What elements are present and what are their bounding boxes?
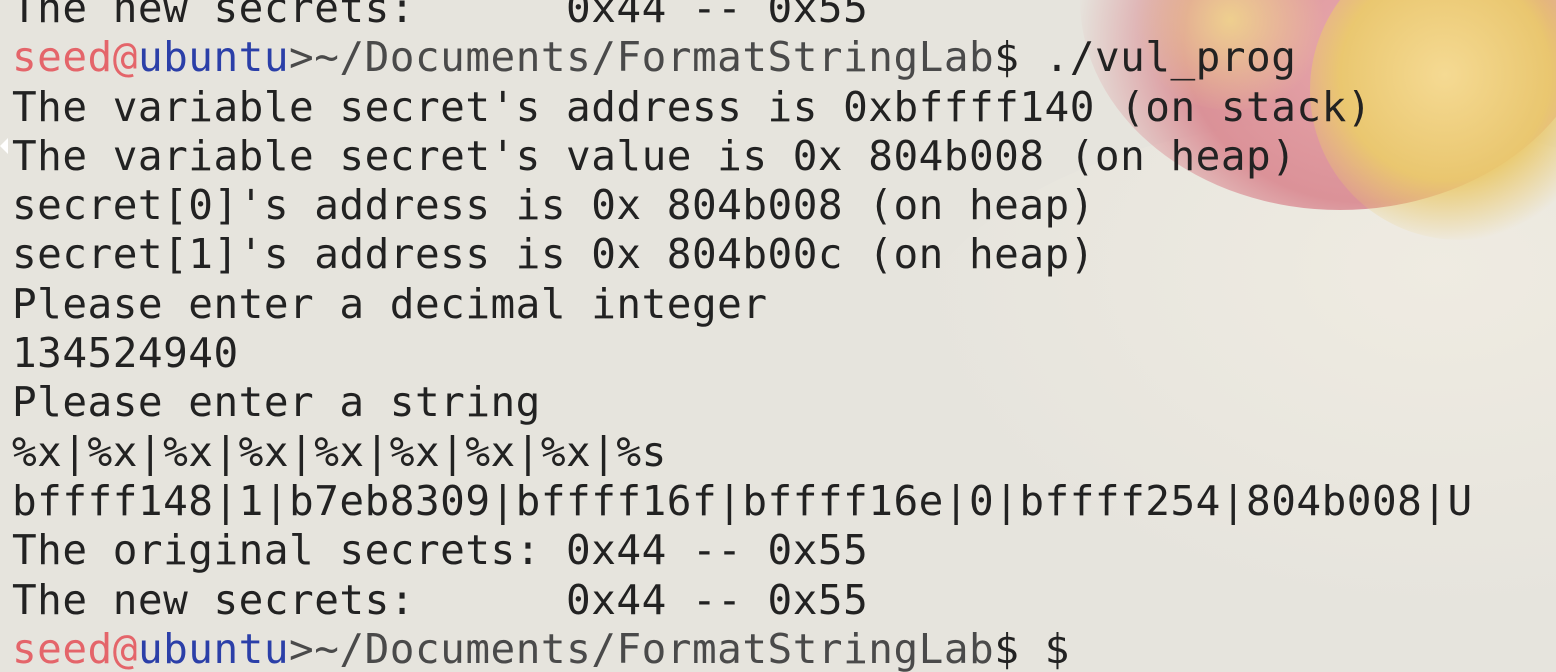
window-edge-arrow-icon (0, 138, 8, 154)
output-line: %x|%x|%x|%x|%x|%x|%x|%x|%s (12, 427, 667, 476)
prompt-path: >~/Documents/FormatStringLab (289, 33, 995, 82)
output-line: secret[0]'s address is 0x 804b008 (on he… (12, 181, 1095, 230)
prompt-path: >~/Documents/FormatStringLab (289, 624, 995, 672)
output-line: The new secrets: 0x44 -- 0x55 (12, 575, 869, 624)
prompt-at: @ (112, 33, 138, 82)
prompt-dollar: $ (994, 33, 1045, 82)
output-line: 134524940 (12, 329, 239, 378)
prompt-at: @ (112, 624, 138, 672)
output-line: Please enter a decimal integer (12, 279, 768, 328)
output-line: The variable secret's value is 0x 804b00… (12, 131, 1297, 180)
output-line: The original secrets: 0x44 -- 0x55 (12, 526, 869, 575)
prompt-line: seed@ubuntu>~/Documents/FormatStringLab$… (12, 625, 1556, 672)
prompt-command: $ (1044, 624, 1070, 672)
prompt-host: ubuntu (137, 624, 290, 672)
output-line: secret[1]'s address is 0x 804b00c (on he… (12, 230, 1095, 279)
prompt-host: ubuntu (137, 33, 290, 82)
prompt-user: seed (12, 33, 113, 82)
output-line: The variable secret's address is 0xbffff… (12, 82, 1372, 131)
prompt-command: ./vul_prog (1044, 33, 1297, 82)
output-line: bffff148|1|b7eb8309|bffff16f|bffff16e|0|… (12, 476, 1473, 525)
output-line: The new secrets: 0x44 -- 0x55 (12, 0, 869, 32)
output-line: Please enter a string (12, 378, 541, 427)
prompt-user: seed (12, 624, 113, 672)
prompt-dollar: $ (994, 624, 1045, 672)
prompt-line: seed@ubuntu>~/Documents/FormatStringLab$… (12, 33, 1556, 82)
terminal-output[interactable]: The new secrets: 0x44 -- 0x55 seed@ubuntu… (12, 0, 1556, 672)
